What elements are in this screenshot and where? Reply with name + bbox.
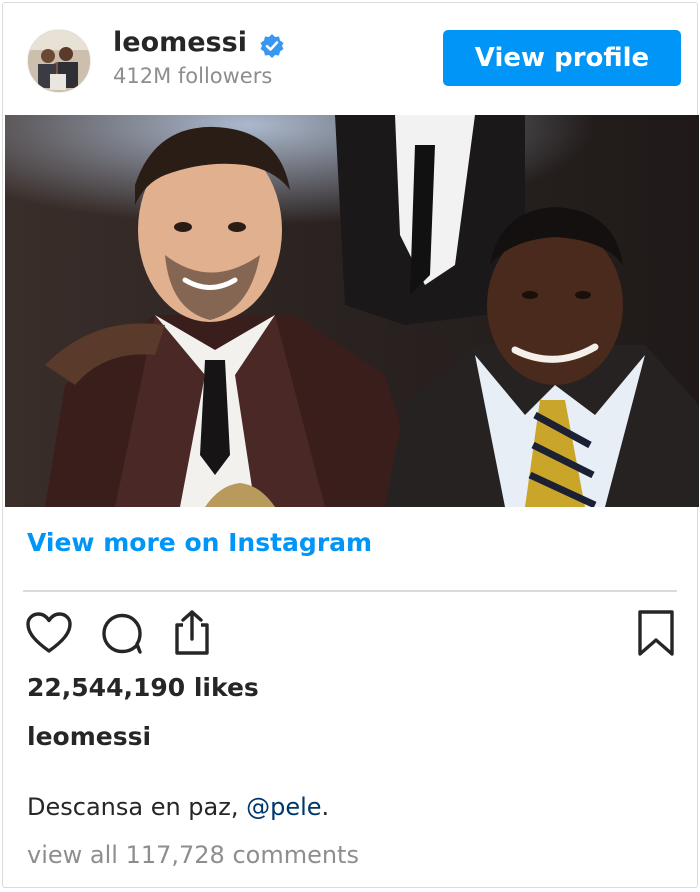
heart-icon[interactable] — [25, 611, 73, 659]
action-bar — [3, 603, 697, 663]
mention-link[interactable]: @pele — [246, 793, 321, 821]
caption-username[interactable]: leomessi — [27, 722, 151, 751]
post-image[interactable] — [5, 115, 699, 507]
bookmark-icon[interactable] — [637, 609, 675, 661]
share-icon[interactable] — [169, 609, 215, 661]
caption-text: Descansa en paz, — [27, 793, 247, 821]
follower-count: 412M followers — [113, 64, 273, 88]
caption: Descansa en paz, @pele. — [27, 793, 329, 821]
comment-icon[interactable] — [99, 611, 145, 659]
view-more-on-instagram-link[interactable]: View more on Instagram — [27, 528, 372, 557]
caption-end: . — [321, 793, 330, 821]
verified-badge-icon — [259, 33, 285, 59]
instagram-embed: leomessi 412M followers View profile Vie… — [2, 2, 699, 888]
username[interactable]: leomessi — [113, 27, 247, 58]
view-all-comments-link[interactable]: view all 117,728 comments — [27, 841, 359, 869]
like-count[interactable]: 22,544,190 likes — [27, 673, 259, 702]
post-header: leomessi 412M followers View profile — [3, 3, 697, 115]
avatar[interactable] — [27, 29, 91, 93]
divider — [23, 590, 677, 592]
view-profile-button[interactable]: View profile — [443, 30, 681, 86]
